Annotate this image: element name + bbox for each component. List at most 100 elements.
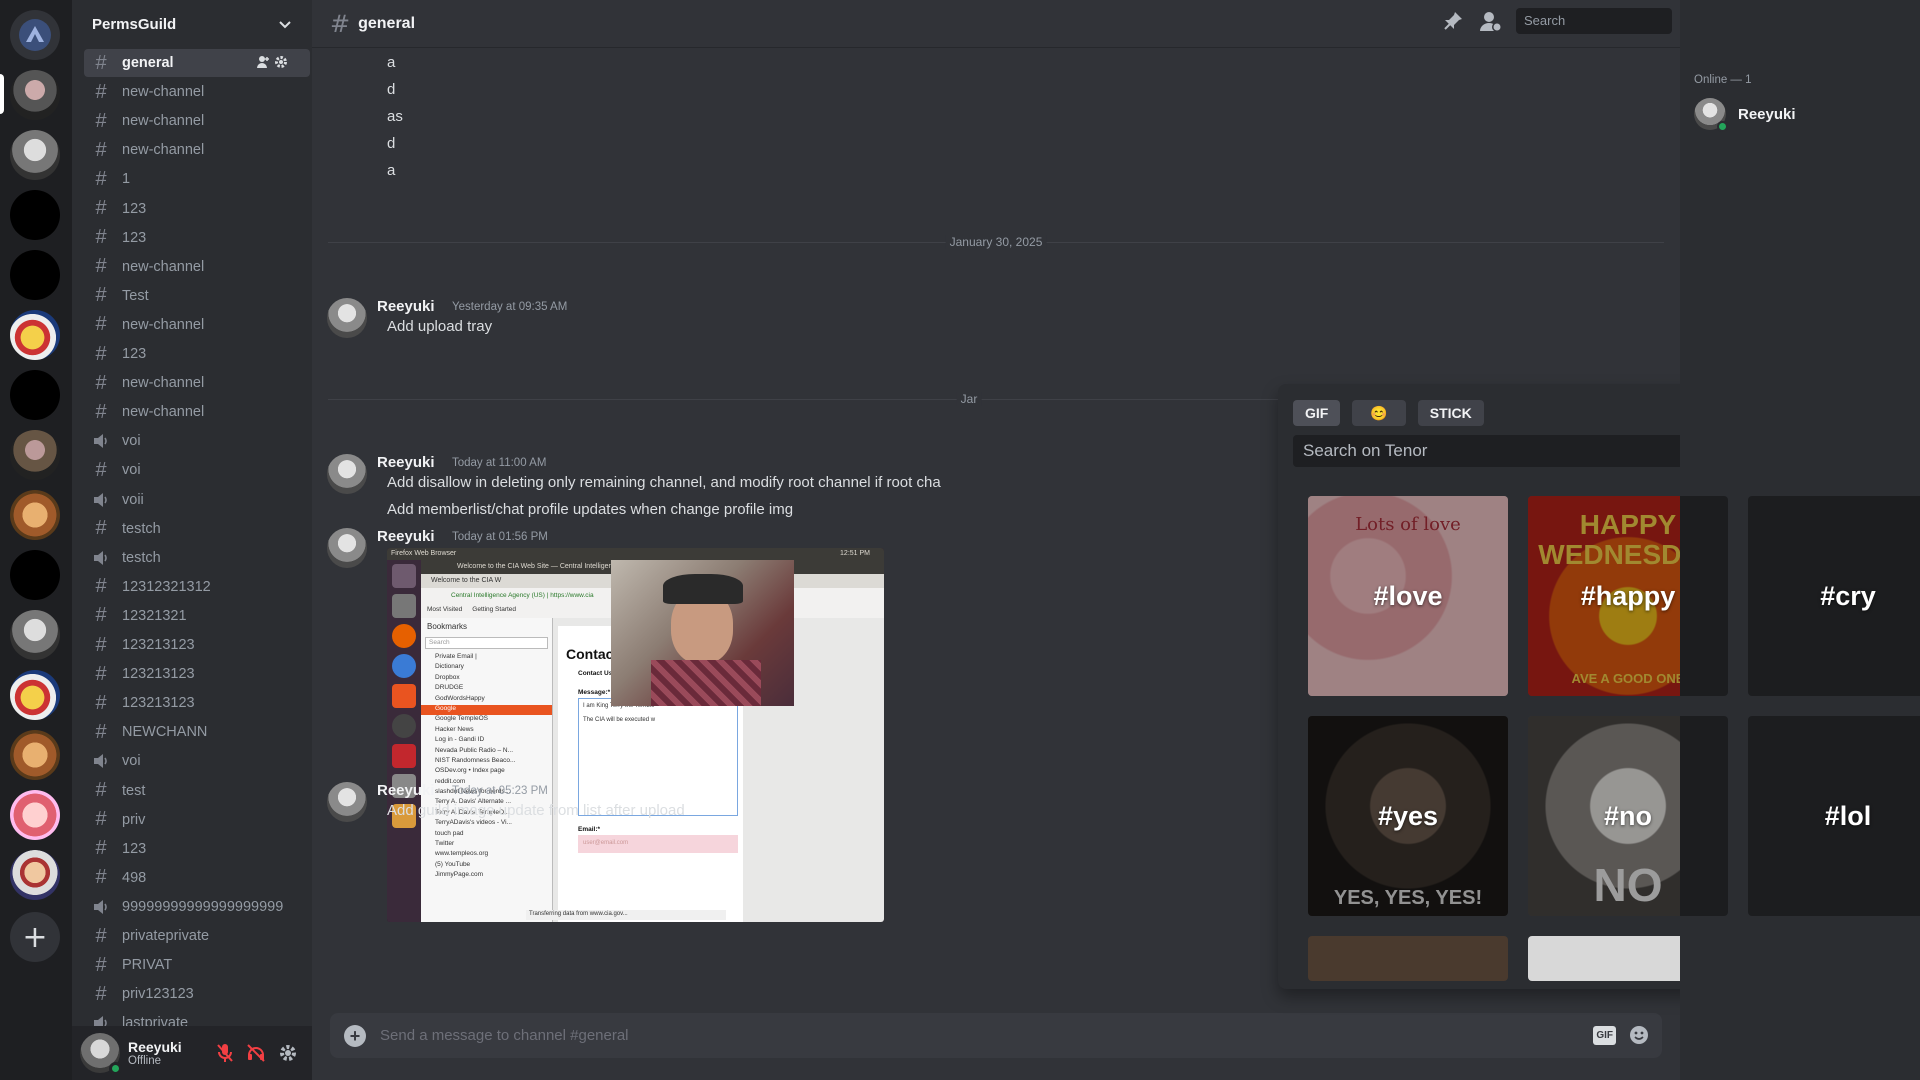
text-channel-item[interactable]: # PRIVAT [84,951,310,979]
gif-category-tile[interactable]: HAPPY WEDNESDAY AVE A GOOD ONE #happy [1528,496,1728,696]
speaker-icon [90,1015,112,1026]
voice-channel-item[interactable]: voii [84,486,310,514]
server-icon[interactable] [10,550,60,600]
channel-name: 12321321 [122,607,187,624]
bookmark-item: NIST Randomness Beaco... [435,756,516,764]
gif-category-tile[interactable] [1308,936,1508,981]
tab-stickers[interactable]: STICK [1417,400,1484,426]
search-input[interactable]: Search [1516,8,1672,34]
message-author[interactable]: Reeyuki [377,782,435,799]
avatar[interactable] [327,528,367,568]
text-channel-item[interactable]: # new-channel [84,369,310,397]
avatar[interactable] [327,298,367,338]
text-channel-item[interactable]: #12321321 [84,602,310,630]
text-channel-item[interactable]: # general [84,49,310,77]
message-author[interactable]: Reeyuki [377,454,435,471]
hash-icon: # [95,662,107,685]
text-channel-item[interactable]: #123 [84,224,310,252]
tab-emoji[interactable]: 😊 [1352,400,1406,426]
hash-icon: # [95,313,107,336]
add-server-button[interactable]: + [10,912,60,962]
message-timestamp: Today at 01:56 PM [452,531,548,543]
text-channel-item[interactable]: # Test [84,282,310,310]
gif-category-tile[interactable]: NO #no [1528,716,1728,916]
server-icon[interactable] [10,130,60,180]
voice-channel-item[interactable]: 99999999999999999999 [84,893,310,921]
text-channel-item[interactable]: # priv [84,806,310,834]
text-channel-item[interactable]: # new-channel [84,398,310,426]
text-channel-item[interactable]: # test [84,777,310,805]
server-icon[interactable] [10,850,60,900]
channel-name: new-channel [122,316,205,333]
avatar[interactable] [327,454,367,494]
bookmark-item: Dropbox [435,673,460,681]
server-icon[interactable] [10,430,60,480]
text-channel-item[interactable]: #123 [84,340,310,368]
invite-member-icon[interactable] [256,55,270,69]
voice-channel-item[interactable]: voi [84,427,310,455]
voice-channel-item[interactable]: voi [84,747,310,775]
text-channel-item[interactable]: #498 [84,864,310,892]
avatar[interactable] [327,782,367,822]
bookmark-item: Hacker News [435,725,474,733]
text-channel-item[interactable]: #123 [84,835,310,863]
deafen-headphones-icon[interactable] [246,1043,266,1063]
text-channel-item[interactable]: #123213123 [84,631,310,659]
member-list-toggle-icon[interactable] [1478,9,1502,33]
voice-channel-item[interactable]: testch [84,544,310,572]
text-channel-item[interactable]: #123 [84,195,310,223]
pin-icon[interactable] [1442,10,1464,32]
avatar[interactable] [80,1033,122,1075]
text-channel-item[interactable]: # testch [84,515,310,543]
member-item[interactable]: Reeyuki [1694,98,1796,132]
home-button[interactable] [10,10,60,60]
message-author[interactable]: Reeyuki [377,528,435,545]
text-channel-item[interactable]: #123213123 [84,689,310,717]
gear-icon[interactable] [278,1043,298,1063]
gif-category-tile[interactable]: Lots of love #love [1308,496,1508,696]
text-channel-item[interactable]: # priv123123 [84,980,310,1008]
text-channel-item[interactable]: # new-channel [84,311,310,339]
gif-category-tile[interactable]: #lol [1748,716,1920,916]
bookmark-item: Google [421,704,552,716]
server-icon[interactable] [10,250,60,300]
server-icon[interactable] [10,790,60,840]
guild-header[interactable]: PermsGuild [72,0,312,48]
text-channel-item[interactable]: # new-channel [84,253,310,281]
channel-name: lastprivate [122,1015,189,1026]
bookmark-item: Google TempleOS [435,715,488,723]
message-text: Add memberlist/chat profile updates when… [387,501,794,518]
text-channel-item[interactable]: # new-channel [84,78,310,106]
text-channel-item[interactable]: # privateprivate [84,922,310,950]
text-channel-item[interactable]: # NEWCHANN [84,718,310,746]
server-icon[interactable] [10,370,60,420]
message-author[interactable]: Reeyuki [377,298,435,315]
text-channel-item[interactable]: #123213123 [84,660,310,688]
text-channel-item[interactable]: #1 [84,165,310,193]
image-attachment[interactable]: Firefox Web Browser 12:51 PM Welcome to … [387,548,884,922]
server-icon[interactable] [10,490,60,540]
text-channel-item[interactable]: #12312321312 [84,573,310,601]
emoji-icon[interactable] [1628,1024,1650,1046]
mute-microphone-icon[interactable] [216,1043,234,1063]
server-icon[interactable] [10,610,60,660]
gif-picker-button[interactable]: GIF [1593,1025,1616,1045]
text-channel-item[interactable]: # new-channel [84,107,310,135]
server-icon[interactable] [10,190,60,240]
server-icon-permsguild[interactable] [10,70,60,120]
bookmark-item: OSDev.org • Index page [435,767,505,775]
hash-icon: # [95,720,107,743]
gif-category-tile[interactable]: YES, YES, YES! #yes [1308,716,1508,916]
server-icon[interactable] [10,730,60,780]
gif-category-tile[interactable]: #cry [1748,496,1920,696]
text-channel-item[interactable]: # new-channel [84,136,310,164]
text-channel-item[interactable]: # voi [84,456,310,484]
server-icon[interactable] [10,670,60,720]
tile-label: #love [1373,580,1443,611]
channel-settings-gear-icon[interactable] [274,55,288,69]
voice-channel-item[interactable]: lastprivate [84,1009,310,1026]
message-input[interactable]: + Send a message to channel #general GIF [330,1013,1662,1058]
server-icon[interactable] [10,310,60,360]
tab-gif[interactable]: GIF [1293,400,1341,426]
upload-plus-icon[interactable]: + [344,1025,366,1047]
